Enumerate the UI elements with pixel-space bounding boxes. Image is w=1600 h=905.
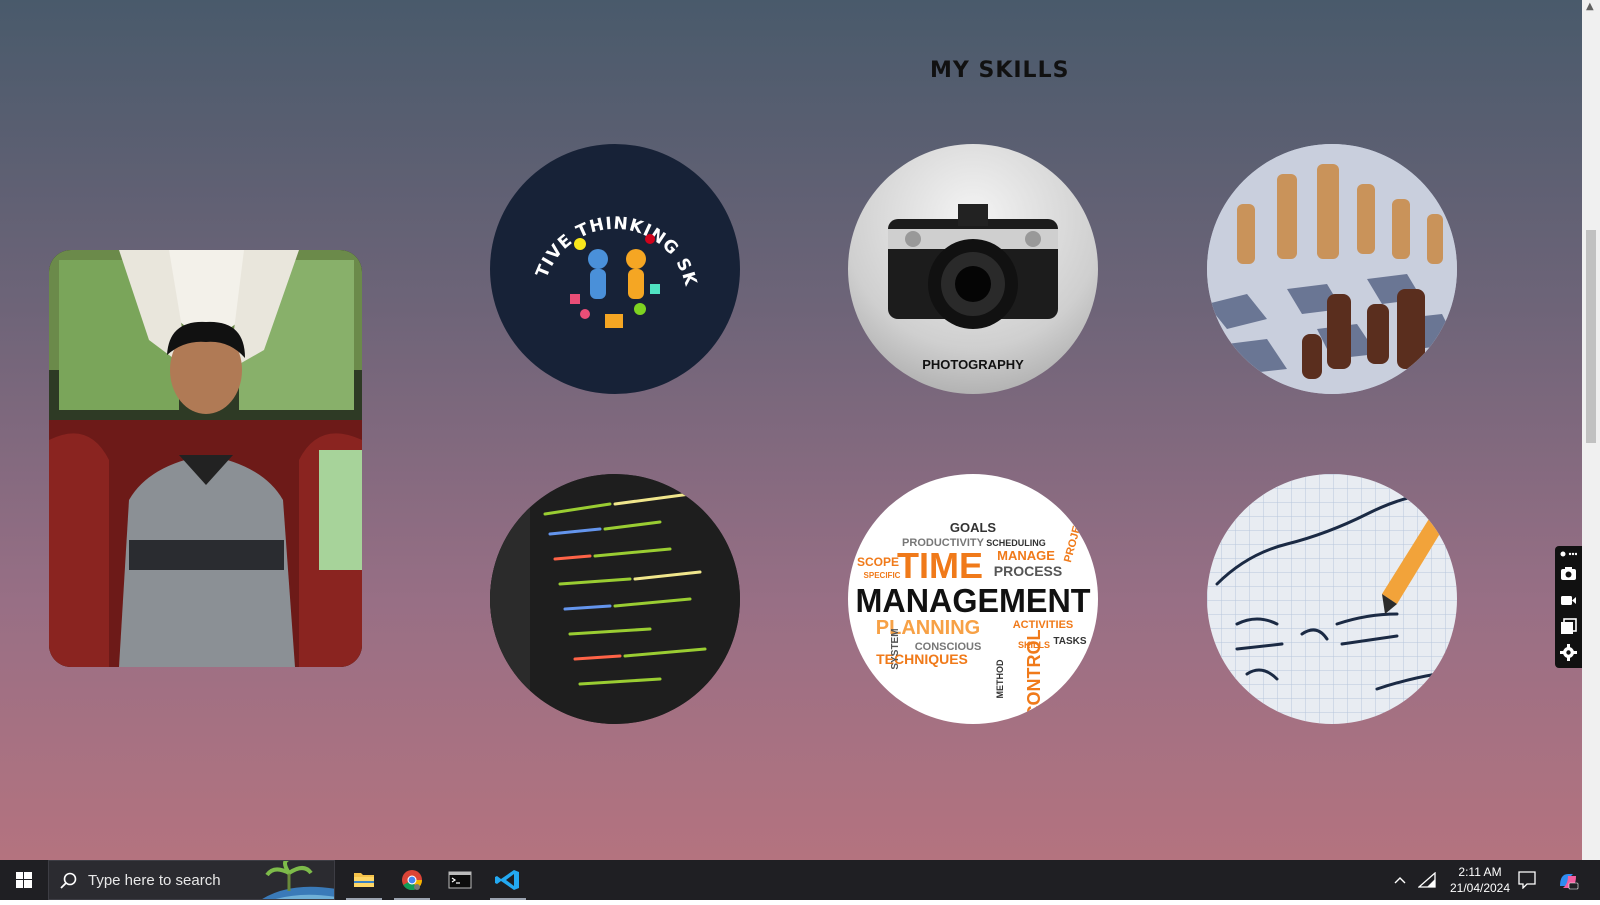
word-scope: SCOPE (857, 555, 899, 569)
notifications-icon[interactable] (1518, 871, 1536, 889)
windows-logo-icon (16, 872, 32, 888)
taskbar-search-box[interactable]: Type here to search (48, 860, 335, 900)
word-manage: MANAGE (997, 548, 1055, 563)
scroll-up-arrow-icon[interactable]: ▲ (1586, 2, 1594, 12)
taskbar-terminal[interactable] (436, 860, 484, 900)
start-button[interactable] (0, 860, 48, 900)
taskbar: Type here to search 2:11 AM 21/04/2024 (0, 860, 1600, 900)
clock[interactable]: 2:11 AM 21/04/2024 (1445, 864, 1515, 896)
section-title: MY SKILLS (930, 58, 1070, 83)
scroll-thumb[interactable] (1586, 230, 1596, 443)
word-system: SYSTEM (890, 628, 901, 669)
taskbar-file-explorer[interactable] (340, 860, 388, 900)
word-process: PROCESS (994, 563, 1062, 579)
search-highlight-illustration-icon (262, 861, 334, 899)
vscode-icon (495, 870, 519, 890)
word-scheduling: SCHEDULING (986, 538, 1046, 548)
word-time: TIME (897, 545, 983, 586)
portfolio-page: MY SKILLS CREATIVE (0, 0, 1582, 860)
taskbar-chrome[interactable] (388, 860, 436, 900)
clock-time: 2:11 AM (1458, 865, 1502, 879)
terminal-icon (448, 871, 472, 889)
photography-label: PHOTOGRAPHY (922, 357, 1024, 372)
word-control: CONTROL (1024, 630, 1044, 719)
profile-photo (49, 250, 362, 667)
folder-icon (354, 873, 374, 887)
word-goals: GOALS (950, 520, 997, 535)
word-management: MANAGEMENT (856, 582, 1091, 619)
chrome-icon (402, 870, 423, 891)
clock-date: 21/04/2024 (1449, 881, 1511, 895)
skill-creative-thinking[interactable]: CREATIVE THINKING SKILLS (490, 144, 740, 394)
window-icon[interactable] (1560, 618, 1577, 635)
video-icon[interactable] (1560, 592, 1577, 609)
pin-icon[interactable] (1560, 550, 1577, 558)
word-activities: ACTIVITIES (1013, 619, 1074, 631)
vertical-scrollbar[interactable]: ▲ (1582, 0, 1600, 860)
capture-toolbar (1555, 546, 1582, 668)
chevron-up-icon[interactable] (1393, 873, 1407, 887)
word-project: PROJECT (1062, 510, 1087, 564)
word-method: METHOD (995, 659, 1005, 698)
skill-mathematics[interactable] (1207, 474, 1457, 724)
word-specific: SPECIFIC (864, 571, 901, 580)
search-icon (60, 872, 77, 889)
skill-time-management[interactable]: GOALS PRODUCTIVITY SCHEDULING TIME MANAG… (848, 474, 1098, 724)
settings-gear-icon[interactable] (1560, 644, 1577, 661)
search-placeholder: Type here to search (88, 872, 221, 889)
camera-icon[interactable] (1560, 565, 1577, 582)
taskbar-vscode[interactable] (484, 860, 532, 900)
wifi-icon[interactable] (1418, 872, 1436, 888)
skill-programming[interactable] (490, 474, 740, 724)
word-tasks: TASKS (1053, 636, 1086, 647)
copilot-icon[interactable] (1557, 870, 1579, 892)
skill-chess[interactable] (1207, 144, 1457, 394)
skill-photography[interactable]: PHOTOGRAPHY (848, 144, 1098, 394)
